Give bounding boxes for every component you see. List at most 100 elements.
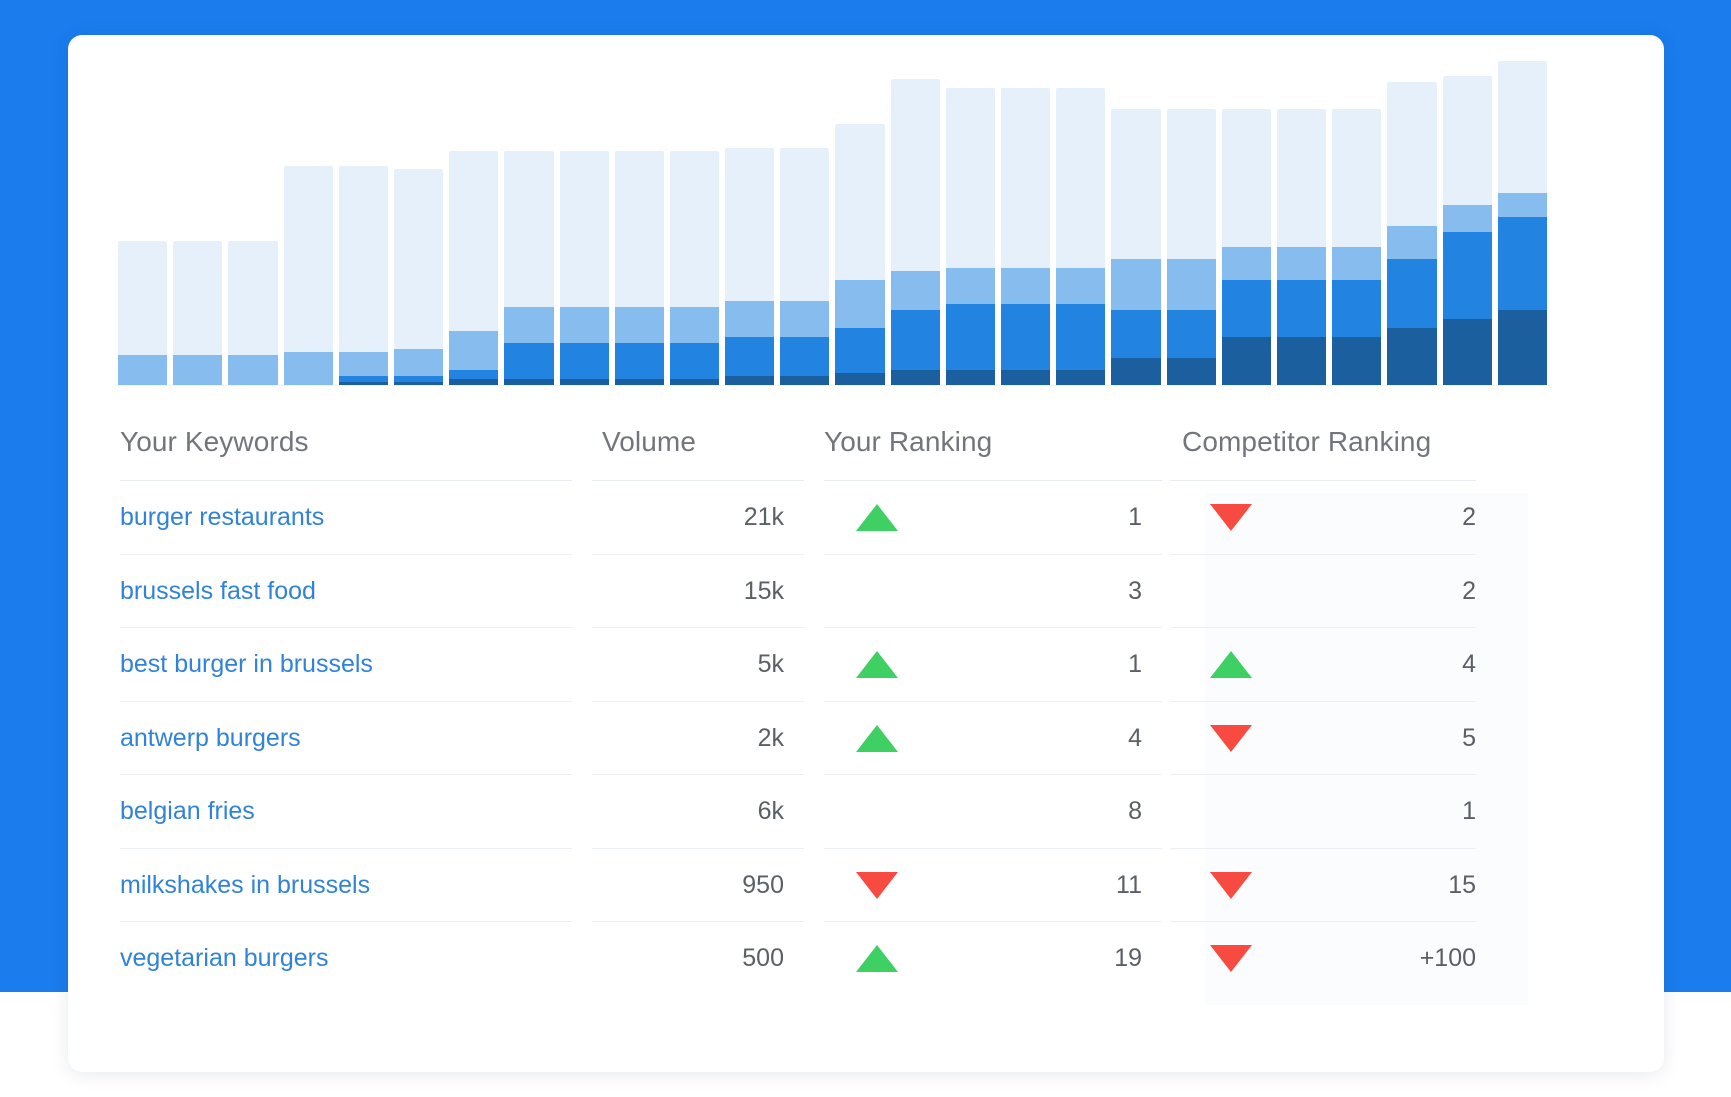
cell-your-ranking: 3 — [812, 555, 1170, 629]
chart-bar[interactable] — [449, 151, 499, 385]
competitor-rank-value: 5 — [1462, 723, 1476, 752]
keyword-link[interactable]: burger restaurants — [120, 503, 324, 532]
cell-keyword: milkshakes in brussels — [68, 849, 580, 922]
volume-value: 21k — [743, 503, 784, 532]
header-cell-keywords[interactable]: Your Keywords — [68, 403, 580, 481]
keyword-ranking-chart — [68, 35, 1664, 403]
chart-bar-segment — [614, 307, 664, 344]
chart-bar-segment — [504, 151, 554, 308]
chart-bar[interactable] — [504, 151, 554, 385]
chart-bar-segment — [835, 328, 885, 373]
chart-bar-segment — [1332, 337, 1382, 385]
chart-bar[interactable] — [1166, 109, 1216, 385]
chart-bar[interactable] — [945, 88, 995, 385]
chart-bar[interactable] — [614, 151, 664, 385]
chart-bar[interactable] — [393, 169, 444, 385]
chart-bar-segment — [118, 241, 168, 355]
table-row[interactable]: best burger in brussels 5k 1 4 — [68, 628, 1664, 702]
chart-bar[interactable] — [780, 148, 830, 385]
chart-bar-segment — [614, 151, 664, 308]
chart-bar-segment — [393, 349, 444, 376]
chart-bar[interactable] — [1497, 61, 1547, 385]
chart-bar-segment — [1166, 259, 1216, 310]
chart-bar[interactable] — [1442, 76, 1492, 385]
table-row[interactable]: belgian fries 6k 8 1 — [68, 775, 1664, 849]
cell-volume: 6k — [580, 775, 812, 849]
chart-bar[interactable] — [1111, 109, 1161, 385]
competitor-rank-value: 4 — [1462, 650, 1476, 679]
cell-your-ranking-inner: 1 — [812, 628, 1170, 702]
chart-bar[interactable] — [228, 241, 278, 385]
keyword-link[interactable]: antwerp burgers — [120, 724, 301, 753]
chart-bar-segment — [1276, 109, 1327, 247]
chart-bar[interactable] — [173, 241, 223, 385]
chart-bar-segment — [173, 355, 223, 385]
chart-bar-segment — [780, 301, 830, 338]
chart-bar-segment — [835, 280, 885, 328]
chart-bar-segment — [614, 343, 664, 380]
chart-bar-segment — [1221, 109, 1271, 247]
chart-bar-segment — [228, 355, 278, 385]
chart-bar[interactable] — [1221, 109, 1271, 385]
chart-bar[interactable] — [118, 241, 168, 385]
chart-bar-segment — [1111, 259, 1161, 310]
keyword-link[interactable]: brussels fast food — [120, 577, 316, 606]
cell-your-ranking: 1 — [812, 481, 1170, 555]
cell-your-ranking-inner: 3 — [812, 555, 1170, 629]
chart-bar[interactable] — [1276, 109, 1327, 385]
chart-bar-segment — [283, 352, 333, 385]
chart-bar-segment — [1111, 310, 1161, 358]
chart-bar-segment — [1221, 337, 1271, 385]
chart-bar-segment — [338, 352, 388, 376]
cell-volume: 950 — [580, 849, 812, 922]
chart-bar[interactable] — [1332, 109, 1382, 385]
arrow-slot — [1172, 651, 1290, 679]
chart-bar[interactable] — [559, 151, 609, 385]
chart-bar-segment — [669, 151, 720, 308]
chart-bar-segment — [228, 241, 278, 355]
keyword-link[interactable]: best burger in brussels — [120, 650, 373, 679]
your-rank-value: 4 — [1128, 723, 1142, 752]
chart-bar[interactable] — [1001, 88, 1051, 385]
chart-bar-segment — [559, 151, 609, 308]
chart-bar-segment — [1276, 280, 1327, 337]
chart-bar-segment — [835, 124, 885, 280]
chart-bar-segment — [1166, 109, 1216, 259]
keyword-link[interactable]: belgian fries — [120, 797, 255, 826]
table-row[interactable]: antwerp burgers 2k 4 5 — [68, 702, 1664, 776]
chart-bar-segment — [1056, 88, 1106, 269]
table-row[interactable]: brussels fast food 15k 3 2 — [68, 555, 1664, 629]
chart-bar[interactable] — [1387, 82, 1437, 385]
chart-bar-segment — [449, 370, 499, 380]
chart-bar[interactable] — [338, 166, 388, 385]
keyword-link[interactable]: milkshakes in brussels — [120, 871, 370, 900]
chart-bar[interactable] — [890, 79, 940, 385]
table-row[interactable]: vegetarian burgers 500 19 +100 — [68, 922, 1664, 996]
dashboard-card: Your Keywords Volume Your Ranking Compet… — [68, 35, 1664, 1072]
cell-your-ranking: 11 — [812, 849, 1170, 922]
arrow-slot — [1172, 724, 1290, 752]
table-row[interactable]: burger restaurants 21k 1 2 — [68, 481, 1664, 555]
chart-bar-segment — [1056, 304, 1106, 370]
chart-bar-segment — [1387, 82, 1437, 226]
cell-competitor-ranking-inner: 5 — [1170, 702, 1528, 776]
your-rank-trend-down-icon — [856, 871, 898, 899]
chart-bar[interactable] — [1056, 88, 1106, 385]
chart-bar[interactable] — [835, 124, 885, 385]
competitor-rank-trend-down-icon — [1210, 724, 1252, 752]
header-label-keywords: Your Keywords — [120, 426, 309, 457]
arrow-slot — [818, 724, 936, 752]
chart-bar-segment — [669, 343, 720, 380]
chart-bar-segment — [945, 88, 995, 269]
header-cell-volume[interactable]: Volume — [580, 403, 812, 481]
header-cell-your-ranking[interactable]: Your Ranking — [812, 403, 1170, 481]
competitor-rank-value: 15 — [1448, 870, 1476, 899]
header-cell-competitor-ranking[interactable]: Competitor Ranking — [1170, 403, 1528, 481]
cell-keyword: belgian fries — [68, 775, 580, 849]
chart-bar-segment — [725, 376, 775, 385]
chart-bar[interactable] — [669, 151, 720, 385]
chart-bar[interactable] — [725, 148, 775, 385]
table-row[interactable]: milkshakes in brussels 950 11 15 — [68, 849, 1664, 922]
keyword-link[interactable]: vegetarian burgers — [120, 944, 328, 973]
chart-bar[interactable] — [283, 166, 333, 385]
